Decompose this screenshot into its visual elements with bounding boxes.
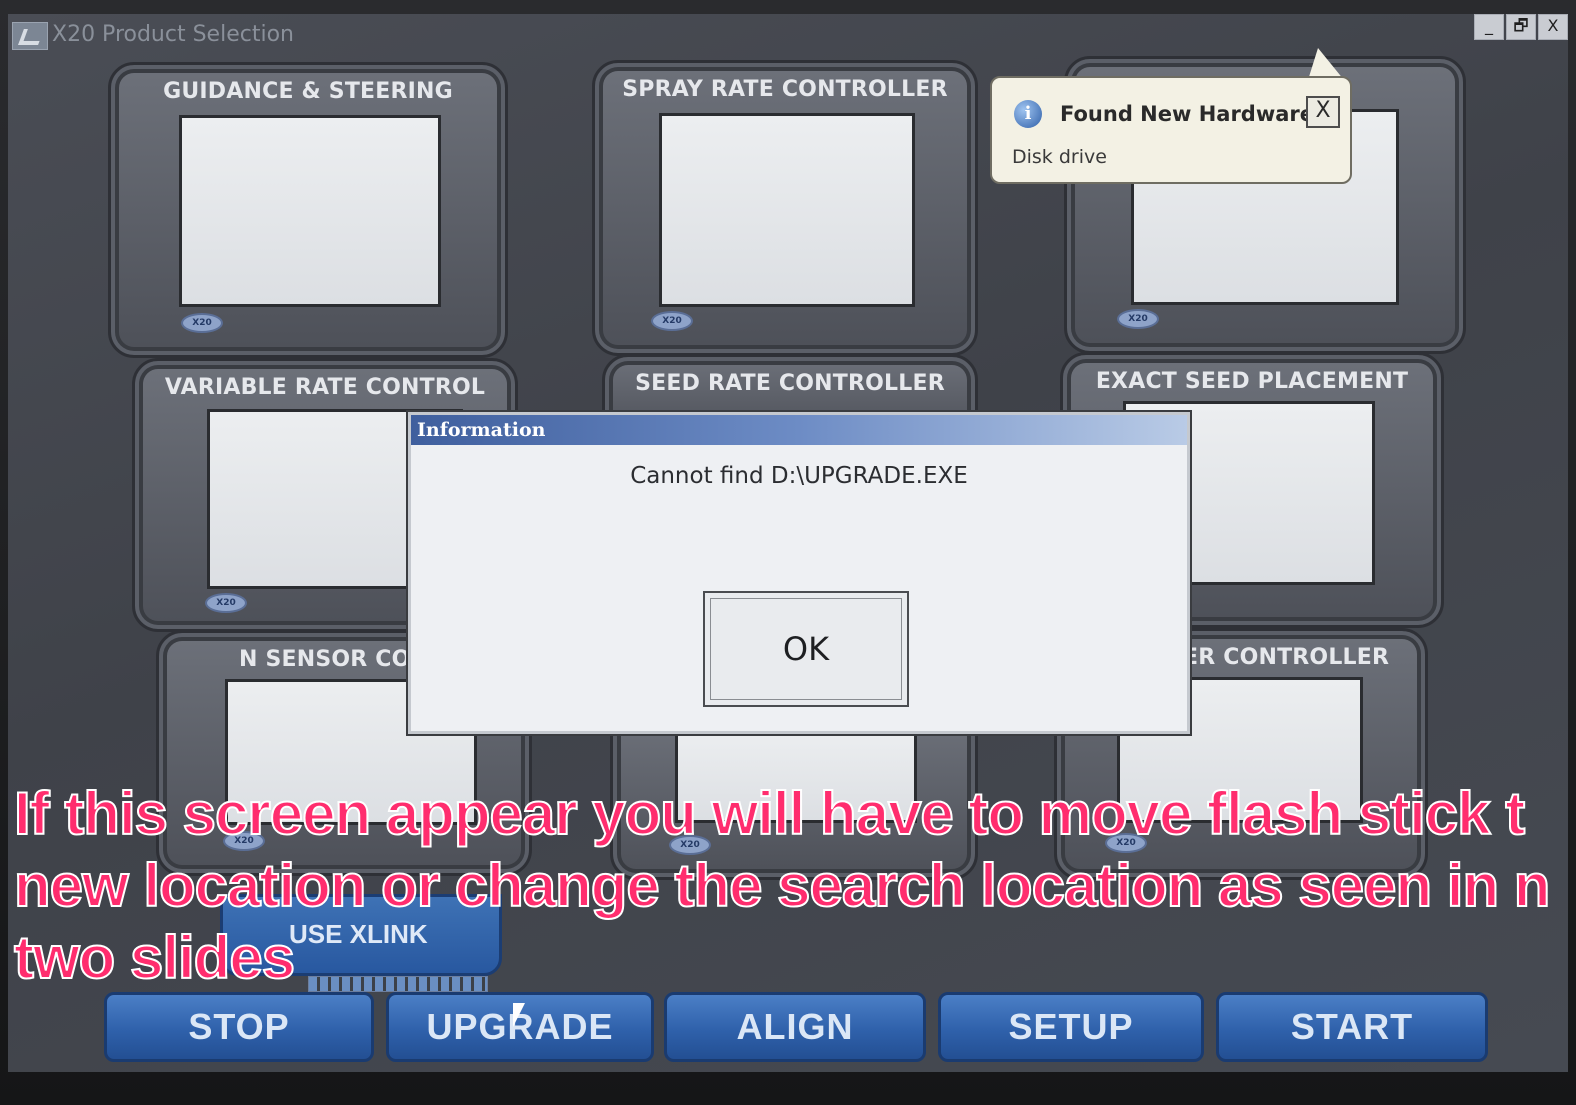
notification-body: Disk drive xyxy=(1012,146,1107,168)
tile-label: SPRAY RATE CONTROLLER xyxy=(622,77,948,102)
tile-label: ER CONTROLLER xyxy=(1183,645,1390,670)
information-dialog: Information Cannot find D:\UPGRADE.EXE O… xyxy=(408,412,1190,734)
dialog-title: Information xyxy=(417,419,546,441)
overlay-caption: If this screen appear you will have to m… xyxy=(13,779,1551,992)
dialog-titlebar: Information xyxy=(411,415,1187,445)
info-icon: i xyxy=(1014,100,1042,128)
ok-button[interactable]: OK xyxy=(703,591,909,707)
found-new-hardware-notification[interactable]: i Found New Hardware X Disk drive xyxy=(990,76,1352,184)
setup-button[interactable]: SETUP xyxy=(938,992,1204,1062)
mouse-cursor-icon xyxy=(513,1003,525,1027)
tile-label: SEED RATE CONTROLLER xyxy=(635,371,945,396)
tile-label: GUIDANCE & STEERING xyxy=(163,79,453,104)
notification-title: Found New Hardware xyxy=(1060,102,1314,126)
close-button[interactable]: X xyxy=(1538,14,1568,40)
minimize-button[interactable]: _ xyxy=(1474,14,1504,40)
tile-label: EXACT SEED PLACEMENT xyxy=(1095,369,1409,394)
bottom-nav: STOP UPGRADE ALIGN SETUP START xyxy=(104,992,1494,1062)
tile-screen xyxy=(179,115,441,307)
x20-badge-icon: X20 xyxy=(1117,309,1159,329)
window-controls: _ 🗗 X xyxy=(1474,14,1568,40)
tile-label: VARIABLE RATE CONTROL xyxy=(164,375,486,400)
restore-button[interactable]: 🗗 xyxy=(1506,14,1536,40)
window-title: X20 Product Selection xyxy=(52,22,294,47)
x20-badge-icon: X20 xyxy=(651,311,693,331)
align-button[interactable]: ALIGN xyxy=(664,992,926,1062)
app-logo-icon xyxy=(12,22,48,50)
x20-badge-icon: X20 xyxy=(181,313,223,333)
tile-spray-rate-controller[interactable]: SPRAY RATE CONTROLLER X20 xyxy=(592,60,978,356)
x20-badge-icon: X20 xyxy=(205,593,247,613)
tile-guidance-steering[interactable]: GUIDANCE & STEERING X20 xyxy=(108,62,508,358)
dialog-message: Cannot find D:\UPGRADE.EXE xyxy=(630,463,968,489)
notification-close-button[interactable]: X xyxy=(1306,96,1340,128)
start-button[interactable]: START xyxy=(1216,992,1488,1062)
tile-screen xyxy=(659,113,915,307)
stop-button[interactable]: STOP xyxy=(104,992,374,1062)
